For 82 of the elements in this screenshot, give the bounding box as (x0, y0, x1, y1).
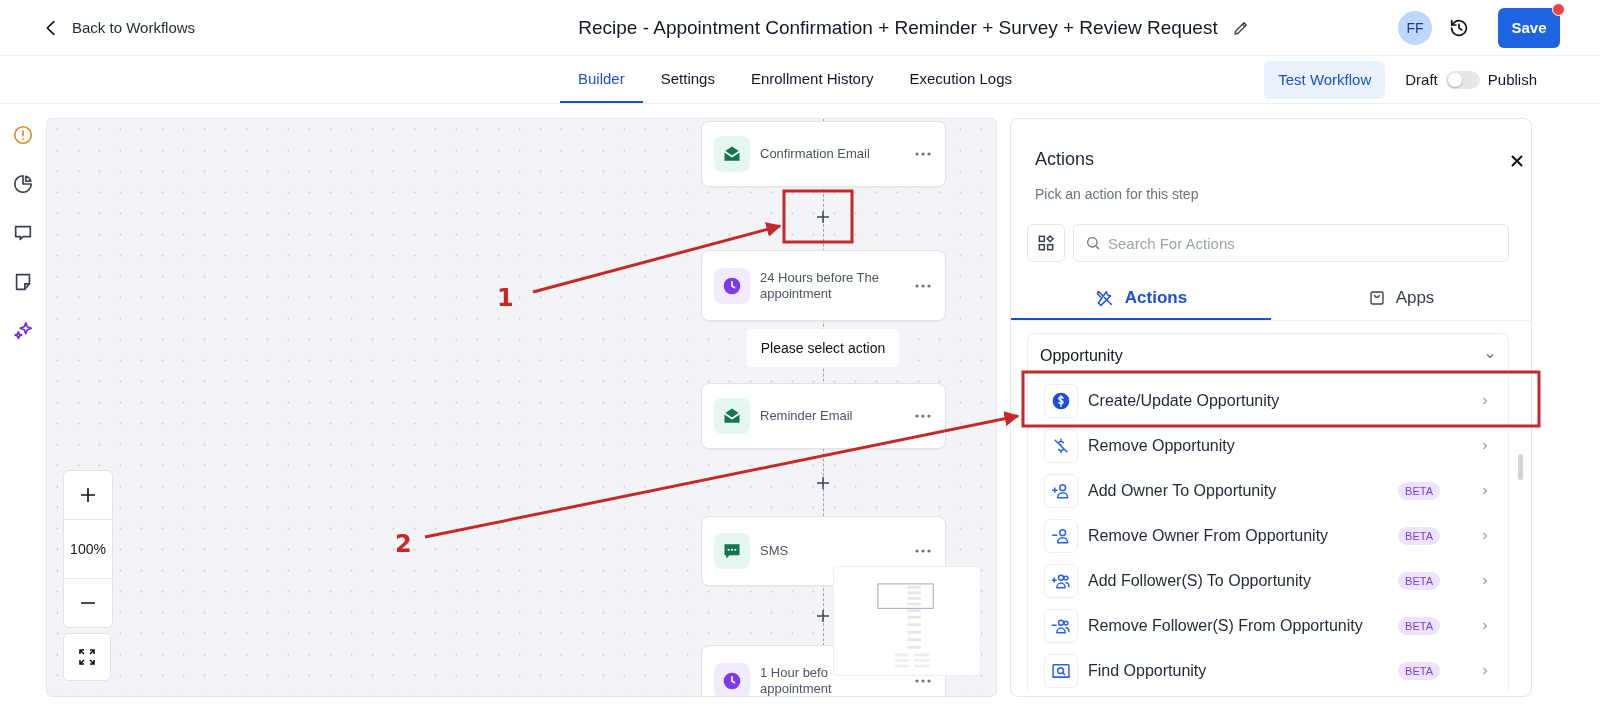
more-icon[interactable] (915, 152, 931, 156)
expand-icon (78, 648, 96, 666)
step-title: 1 Hour befo appointment (760, 664, 833, 696)
back-link[interactable]: Back to Workflows (40, 16, 340, 39)
envelope-icon (714, 398, 750, 434)
nav-tab[interactable]: Settings (642, 56, 733, 103)
beta-badge: BETA (1398, 661, 1440, 680)
beta-badge: BETA (1398, 526, 1440, 545)
dollar-icon (1044, 383, 1078, 418)
nav-tab[interactable]: Enrollment History (732, 56, 892, 103)
step-title: Confirmation Email (760, 146, 871, 162)
envelope-icon (714, 136, 750, 172)
chevron-right-icon (1480, 665, 1490, 676)
more-icon[interactable] (915, 283, 931, 288)
zoom-level: 100% (64, 519, 112, 579)
nav-tab[interactable]: Builder (560, 56, 643, 103)
more-icon[interactable] (915, 414, 931, 418)
search-field[interactable]: Search For Actions (1073, 224, 1509, 262)
workflow-step[interactable]: Reminder Email (701, 383, 946, 449)
panel-tab[interactable]: Actions (1011, 278, 1271, 320)
plus-icon (79, 486, 97, 504)
action-item[interactable]: Find Opportunity BETA (1028, 648, 1508, 693)
panel-tab[interactable]: Apps (1271, 278, 1531, 320)
workflow-title: Recipe - Appointment Confirmation + Reminder + Survey + Review Request (578, 16, 1218, 39)
nav-tab[interactable]: Execution Logs (891, 56, 1031, 103)
more-icon[interactable] (915, 678, 931, 683)
annotation-number: 2 (395, 530, 412, 558)
step-title: 24 Hours before The appointment (760, 269, 880, 302)
add-step-button[interactable] (815, 475, 831, 491)
chevron-right-icon (1480, 440, 1490, 451)
annotation-box (782, 189, 854, 244)
crossed-dollar-icon (1044, 428, 1078, 463)
action-item[interactable]: Create/Update Opportunity (1028, 378, 1508, 423)
more-icon[interactable] (915, 549, 931, 553)
beta-badge: BETA (1398, 571, 1440, 590)
action-item[interactable]: Remove Follower(S) From Opportunity BETA (1028, 603, 1508, 648)
action-item[interactable]: Add Follower(S) To Opportunity BETA (1028, 558, 1508, 603)
scrollbar[interactable] (1518, 454, 1523, 480)
add-people-icon (1044, 563, 1078, 598)
search-icon (1044, 653, 1078, 688)
publish-label: Publish (1487, 71, 1537, 88)
tools-icon (1094, 288, 1115, 308)
sparkle-icon (12, 320, 34, 342)
action-item[interactable]: Add Owner To Opportunity BETA (1028, 468, 1508, 513)
chat-icon (714, 533, 750, 569)
draft-label: Draft (1405, 71, 1438, 88)
grid-icon (1036, 233, 1056, 253)
add-step-button[interactable] (815, 209, 831, 225)
test-workflow-button[interactable]: Test Workflow (1264, 60, 1386, 99)
panel-subtitle: Pick an action for this step (1034, 185, 1200, 202)
minus-icon (81, 602, 95, 604)
fit-screen-button[interactable] (63, 633, 111, 681)
add-person-icon (1044, 473, 1078, 508)
publish-toggle[interactable] (1445, 70, 1480, 89)
action-item[interactable]: Remove Owner From Opportunity BETA (1028, 513, 1508, 558)
apps-grid-button[interactable] (1027, 224, 1065, 262)
beta-badge: BETA (1398, 616, 1440, 635)
clock-icon (714, 267, 750, 304)
chevron-right-icon (1480, 530, 1490, 541)
action-item[interactable]: Remove Opportunity (1028, 423, 1508, 468)
workflow-step[interactable]: Confirmation Email (701, 121, 946, 187)
chevron-right-icon (1480, 620, 1490, 631)
user-avatar[interactable]: FF (1398, 10, 1432, 45)
group-title: Opportunity (1040, 347, 1123, 365)
step-title: Reminder Email (760, 408, 854, 424)
search-icon (1085, 235, 1101, 251)
bag-icon (1367, 289, 1386, 307)
chevron-right-icon (1480, 395, 1490, 406)
warning-icon (12, 124, 34, 146)
panel-title: Actions (1035, 149, 1095, 171)
remove-person-icon (1044, 518, 1078, 553)
action-placeholder[interactable]: Please select action (747, 329, 899, 367)
annotation-number: 1 (497, 284, 514, 312)
chevron-right-icon (1480, 485, 1490, 496)
beta-badge: BETA (1398, 481, 1440, 500)
save-button[interactable]: Save (1498, 7, 1560, 48)
remove-people-icon (1044, 608, 1078, 643)
workflow-step[interactable]: 24 Hours before The appointment (701, 250, 946, 321)
chevron-right-icon (1480, 575, 1490, 586)
pie-chart-icon (12, 173, 34, 195)
add-step-button[interactable] (815, 608, 831, 624)
step-title: SMS (760, 543, 790, 559)
